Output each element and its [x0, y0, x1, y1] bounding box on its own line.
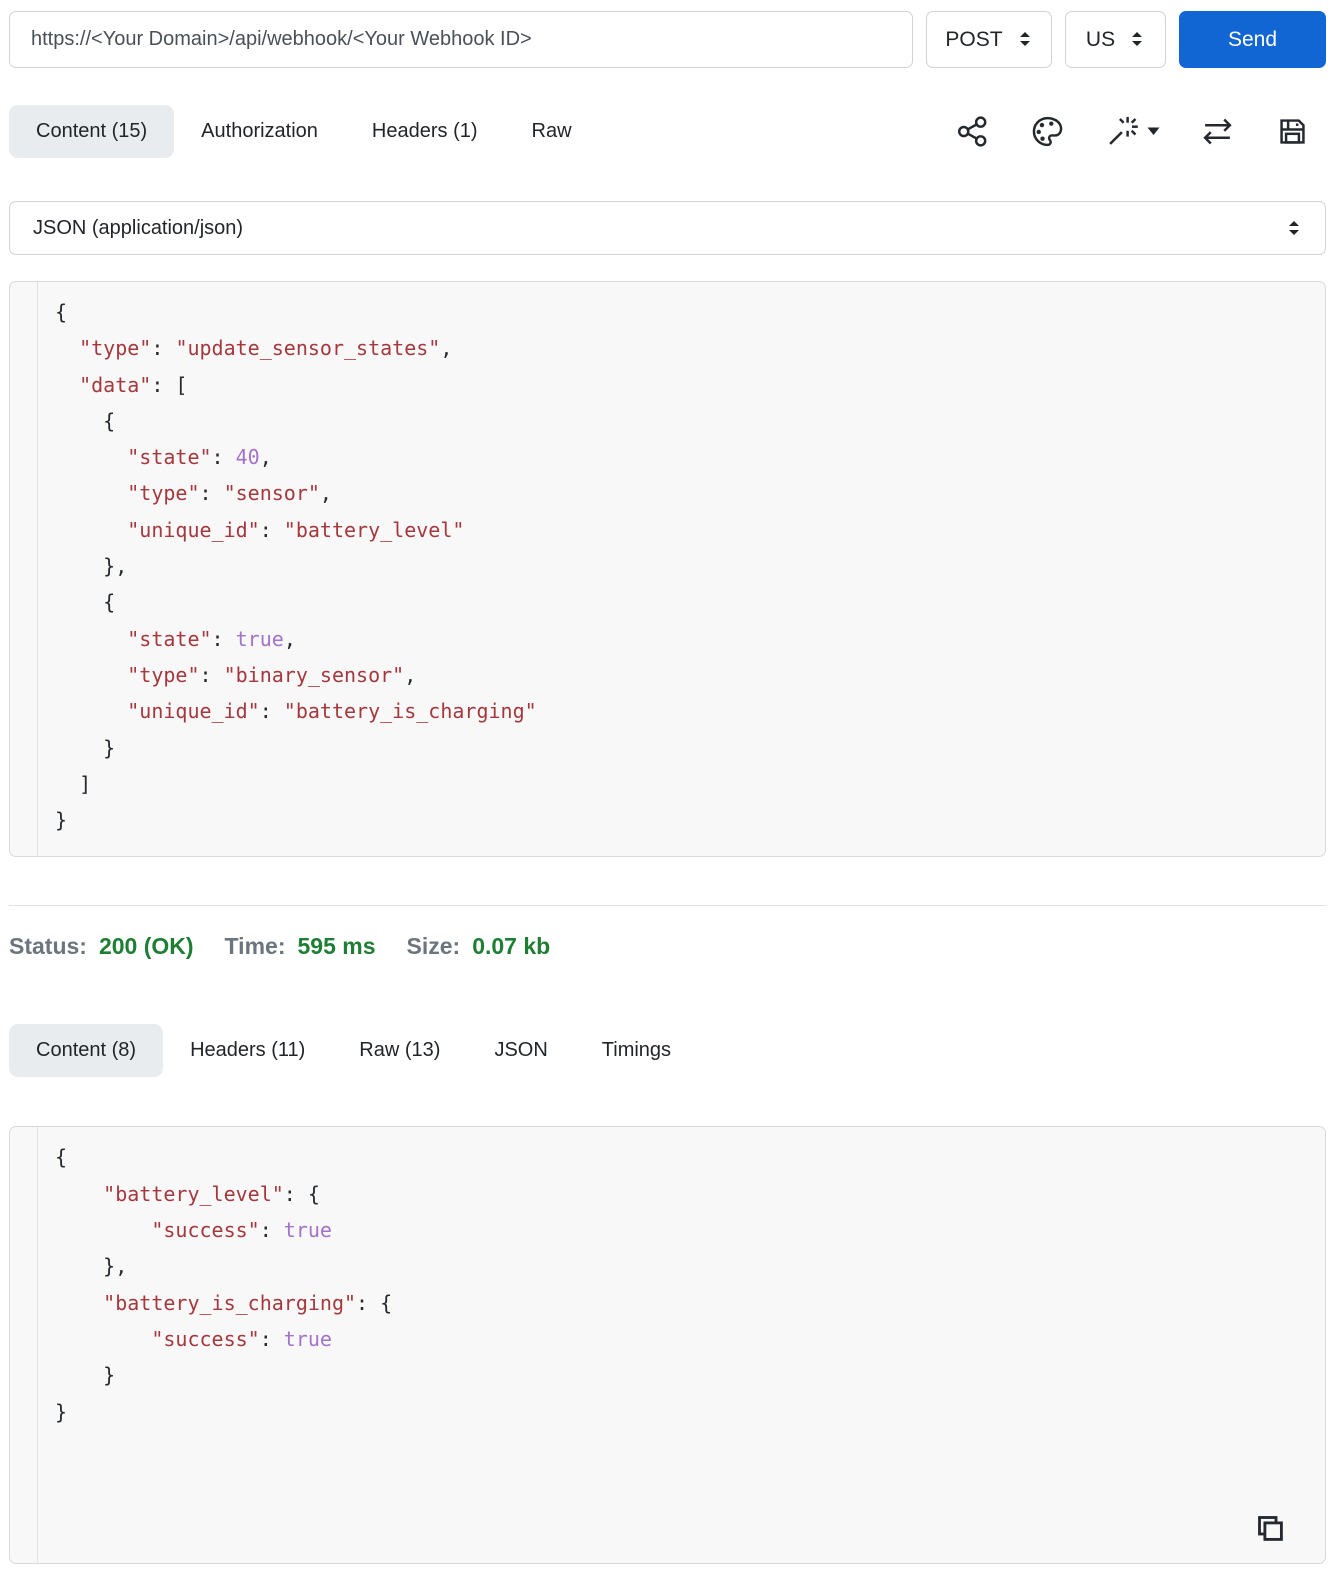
request-toolbar: [955, 114, 1326, 149]
request-body-code: { "type": "update_sensor_states", "data"…: [38, 282, 557, 856]
code-line: }: [55, 808, 68, 833]
chevron-updown-icon: [1132, 32, 1143, 46]
content-type-value: JSON (application/json): [33, 216, 244, 239]
tab-authorization[interactable]: Authorization: [174, 105, 345, 158]
request-tabs-row: Content (15) Authorization Headers (1) Raw: [9, 105, 1326, 158]
code-line: "data": [: [79, 372, 188, 397]
code-line: "type": "update_sensor_states",: [79, 336, 453, 361]
code-line: {: [55, 300, 68, 324]
editor-gutter: [10, 282, 38, 857]
code-line: "success": true: [151, 1218, 332, 1243]
code-line: {: [55, 1145, 68, 1170]
code-line: "battery_is_charging": {: [103, 1290, 393, 1315]
tab-json[interactable]: JSON: [467, 1024, 574, 1077]
status-label: Status:: [9, 933, 87, 960]
response-tabs-row: Content (8) Headers (11) Raw (13) JSON Timin…: [9, 1024, 1326, 1078]
code-line: "state": true,: [127, 626, 296, 651]
code-line: "success": true: [151, 1326, 332, 1351]
time-value: 595 ms: [297, 933, 376, 960]
status-value: 200 (OK): [98, 933, 194, 960]
theme-button[interactable]: [1030, 114, 1065, 149]
method-select[interactable]: POST: [926, 11, 1052, 68]
viewer-gutter: [10, 1127, 38, 1564]
code-line: },: [103, 554, 128, 579]
code-line: "unique_id": "battery_level": [127, 517, 465, 542]
request-body-editor[interactable]: { "type": "update_sensor_states", "data"…: [9, 281, 1326, 858]
code-line: {: [103, 590, 116, 615]
method-select-value: POST: [945, 27, 1003, 51]
tab-headers-11[interactable]: Headers (11): [163, 1024, 332, 1077]
code-line: "state": 40,: [127, 445, 272, 470]
save-request-button[interactable]: [1275, 114, 1310, 149]
code-line: "type": "binary_sensor",: [127, 662, 417, 687]
response-tabs: Content (8) Headers (11) Raw (13) JSON Timin…: [9, 1024, 698, 1078]
url-input[interactable]: [9, 11, 913, 68]
send-button[interactable]: Send: [1179, 11, 1326, 68]
caret-down-icon: [1147, 127, 1160, 135]
status-group: Status: 200 (OK): [9, 933, 194, 960]
tab-timings[interactable]: Timings: [575, 1024, 698, 1077]
size-group: Size: 0.07 kb: [407, 933, 551, 960]
tab-content-8[interactable]: Content (8): [9, 1024, 164, 1078]
tab-content-15[interactable]: Content (15): [9, 105, 175, 158]
code-line: }: [103, 735, 116, 760]
size-value: 0.07 kb: [472, 933, 551, 960]
code-line: },: [103, 1254, 128, 1279]
copy-icon: [1258, 1516, 1283, 1542]
content-type-select[interactable]: JSON (application/json): [9, 201, 1326, 255]
response-body-code: { "battery_level": { "success": true }, …: [38, 1127, 412, 1563]
chevron-updown-icon: [1289, 220, 1299, 235]
magic-wand-icon: [1109, 116, 1138, 145]
response-status-bar: Status: 200 (OK) Time: 595 ms Size: 0.07…: [9, 933, 1326, 965]
copy-response-button[interactable]: [1252, 1510, 1288, 1549]
request-tabs: Content (15) Authorization Headers (1) Raw: [9, 105, 599, 158]
share-button[interactable]: [955, 114, 990, 149]
section-divider: [9, 905, 1326, 907]
code-line: }: [55, 1399, 68, 1424]
palette-icon: [1032, 116, 1063, 147]
tab-raw-13[interactable]: Raw (13): [332, 1024, 467, 1077]
region-select[interactable]: US: [1065, 11, 1166, 68]
save-icon: [1280, 119, 1305, 144]
time-label: Time:: [224, 933, 286, 960]
api-tester-page: POST US Send Content (15)AuthorizationHe…: [0, 0, 1335, 1565]
swap-button[interactable]: [1200, 114, 1235, 149]
chevron-updown-icon: [1019, 32, 1030, 46]
code-line: "unique_id": "battery_is_charging": [127, 699, 537, 724]
code-line: "battery_level": {: [103, 1181, 320, 1206]
tab-raw[interactable]: Raw: [505, 105, 599, 158]
region-select-value: US: [1085, 27, 1116, 51]
code-line: "type": "sensor",: [127, 481, 332, 506]
share-icon: [957, 116, 987, 147]
code-line: ]: [79, 771, 92, 796]
tab-headers-1[interactable]: Headers (1): [345, 105, 505, 158]
size-label: Size:: [406, 933, 461, 960]
time-group: Time: 595 ms: [225, 933, 376, 960]
request-url-row: POST US Send: [9, 11, 1326, 68]
response-body-viewer: { "battery_level": { "success": true }, …: [9, 1126, 1326, 1565]
magic-actions-button[interactable]: [1105, 114, 1160, 149]
swap-arrows-icon: [1203, 118, 1232, 145]
code-line: }: [103, 1363, 116, 1388]
code-line: {: [103, 408, 116, 433]
content-type-row: JSON (application/json): [9, 201, 1326, 255]
